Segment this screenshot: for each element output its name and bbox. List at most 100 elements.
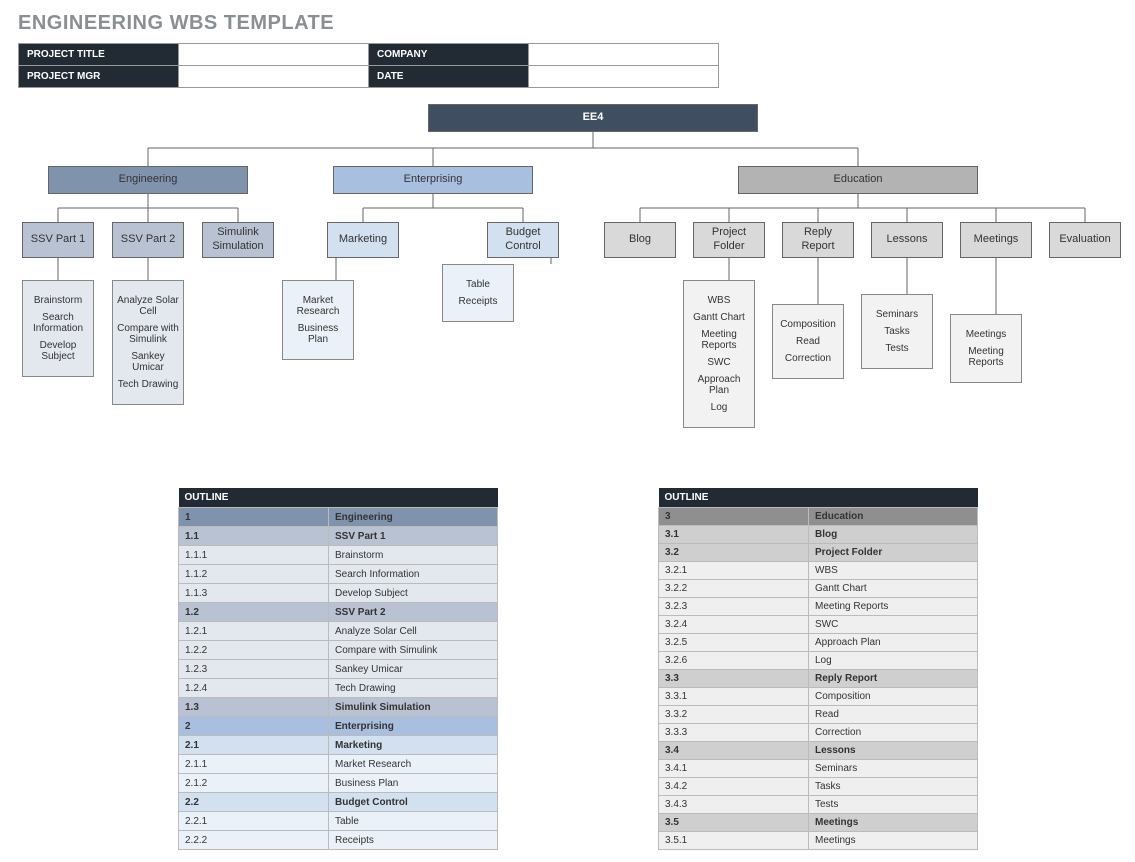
table-row: 1.1.1Brainstorm — [179, 546, 498, 565]
outline-number: 3.3.2 — [659, 706, 809, 724]
project-mgr-value[interactable] — [179, 66, 369, 88]
outline-number: 2.1 — [179, 736, 329, 755]
outline-number: 3.2.5 — [659, 634, 809, 652]
table-row: 1.1.3Develop Subject — [179, 584, 498, 603]
list-item: Business Plan — [287, 323, 349, 345]
leaf-marketing: Market Research Business Plan — [282, 280, 354, 360]
wbs-chart: EE4 Engineering Enterprising Education S… — [18, 104, 1117, 474]
table-row: 3.3.2Read — [659, 706, 978, 724]
table-row: 3.4.2Tasks — [659, 778, 978, 796]
list-item: Meeting Reports — [955, 346, 1017, 368]
outline-title: Table — [329, 812, 498, 831]
leaf-meetings: Meetings Meeting Reports — [950, 314, 1022, 383]
list-item: Meeting Reports — [688, 329, 750, 351]
node-simulink: Simulink Simulation — [202, 222, 274, 258]
list-item: Composition — [777, 319, 839, 330]
table-row: 2.2Budget Control — [179, 793, 498, 812]
outline-title: Simulink Simulation — [329, 698, 498, 717]
outline-number: 3.2.3 — [659, 598, 809, 616]
company-value[interactable] — [529, 44, 719, 66]
outline-title: Lessons — [809, 742, 978, 760]
project-mgr-label: PROJECT MGR — [19, 66, 179, 88]
table-row: 2.2.2Receipts — [179, 831, 498, 850]
date-value[interactable] — [529, 66, 719, 88]
outline-title: Correction — [809, 724, 978, 742]
list-item: Gantt Chart — [688, 312, 750, 323]
outline-number: 1 — [179, 508, 329, 527]
outline-table-1: OUTLINE 1Engineering1.1SSV Part 11.1.1Br… — [178, 488, 498, 850]
list-item: Correction — [777, 353, 839, 364]
outline-number: 1.2.2 — [179, 641, 329, 660]
table-row: 3.4.1Seminars — [659, 760, 978, 778]
outline-title: Analyze Solar Cell — [329, 622, 498, 641]
list-item: Develop Subject — [27, 340, 89, 362]
outline-title: Meetings — [809, 832, 978, 850]
wbs-root: EE4 — [428, 104, 758, 132]
table-row: 3.1Blog — [659, 526, 978, 544]
outline-title: Engineering — [329, 508, 498, 527]
outline-title: Reply Report — [809, 670, 978, 688]
table-row: 2.2.1Table — [179, 812, 498, 831]
outline-number: 3.2.1 — [659, 562, 809, 580]
node-ssv-part-2: SSV Part 2 — [112, 222, 184, 258]
outline-title: Education — [809, 508, 978, 526]
outline-number: 1.2.1 — [179, 622, 329, 641]
leaf-lessons: Seminars Tasks Tests — [861, 294, 933, 369]
list-item: SWC — [688, 357, 750, 368]
table-row: 3.3.3Correction — [659, 724, 978, 742]
outline-title: Budget Control — [329, 793, 498, 812]
list-item: Log — [688, 402, 750, 413]
node-education: Education — [738, 166, 978, 194]
outline-table-2: OUTLINE 3Education3.1Blog3.2Project Fold… — [658, 488, 978, 850]
outline-number: 3.4 — [659, 742, 809, 760]
leaf-ssv1: Brainstorm Search Information Develop Su… — [22, 280, 94, 377]
table-row: 1.3Simulink Simulation — [179, 698, 498, 717]
outline-number: 3.5.1 — [659, 832, 809, 850]
table-row: 3.4.3Tests — [659, 796, 978, 814]
table-row: 1.2.1Analyze Solar Cell — [179, 622, 498, 641]
leaf-project-folder: WBS Gantt Chart Meeting Reports SWC Appr… — [683, 280, 755, 428]
outline-title: Sankey Umicar — [329, 660, 498, 679]
node-ssv-part-1: SSV Part 1 — [22, 222, 94, 258]
node-reply-report: Reply Report — [782, 222, 854, 258]
table-row: 2Enterprising — [179, 717, 498, 736]
table-row: 3.3Reply Report — [659, 670, 978, 688]
outline-title: Gantt Chart — [809, 580, 978, 598]
outline-header: OUTLINE — [179, 488, 498, 508]
node-budget-control: Budget Control — [487, 222, 559, 258]
outline-number: 2.2.2 — [179, 831, 329, 850]
table-row: 3.2.1WBS — [659, 562, 978, 580]
outline-title: SSV Part 1 — [329, 527, 498, 546]
project-title-value[interactable] — [179, 44, 369, 66]
company-label: COMPANY — [369, 44, 529, 66]
node-project-folder: Project Folder — [693, 222, 765, 258]
outline-title: Composition — [809, 688, 978, 706]
table-row: 1.2SSV Part 2 — [179, 603, 498, 622]
list-item: Search Information — [27, 312, 89, 334]
outline-title: WBS — [809, 562, 978, 580]
outline-number: 3.3.1 — [659, 688, 809, 706]
list-item: Brainstorm — [27, 295, 89, 306]
node-marketing: Marketing — [327, 222, 399, 258]
leaf-budget: Table Receipts — [442, 264, 514, 322]
table-row: 2.1Marketing — [179, 736, 498, 755]
list-item: Receipts — [447, 296, 509, 307]
outline-number: 1.2 — [179, 603, 329, 622]
list-item: Read — [777, 336, 839, 347]
table-row: 3.2.4SWC — [659, 616, 978, 634]
date-label: DATE — [369, 66, 529, 88]
outline-title: Search Information — [329, 565, 498, 584]
outline-number: 3.2.4 — [659, 616, 809, 634]
leaf-ssv2: Analyze Solar Cell Compare with Simulink… — [112, 280, 184, 405]
outline-title: Tests — [809, 796, 978, 814]
node-lessons: Lessons — [871, 222, 943, 258]
outline-number: 1.3 — [179, 698, 329, 717]
list-item: Tests — [866, 343, 928, 354]
table-row: 3Education — [659, 508, 978, 526]
list-item: Compare with Simulink — [117, 323, 179, 345]
outline-number: 3.4.2 — [659, 778, 809, 796]
outline-number: 3.2.6 — [659, 652, 809, 670]
outline-title: Project Folder — [809, 544, 978, 562]
node-evaluation: Evaluation — [1049, 222, 1121, 258]
outline-title: SWC — [809, 616, 978, 634]
